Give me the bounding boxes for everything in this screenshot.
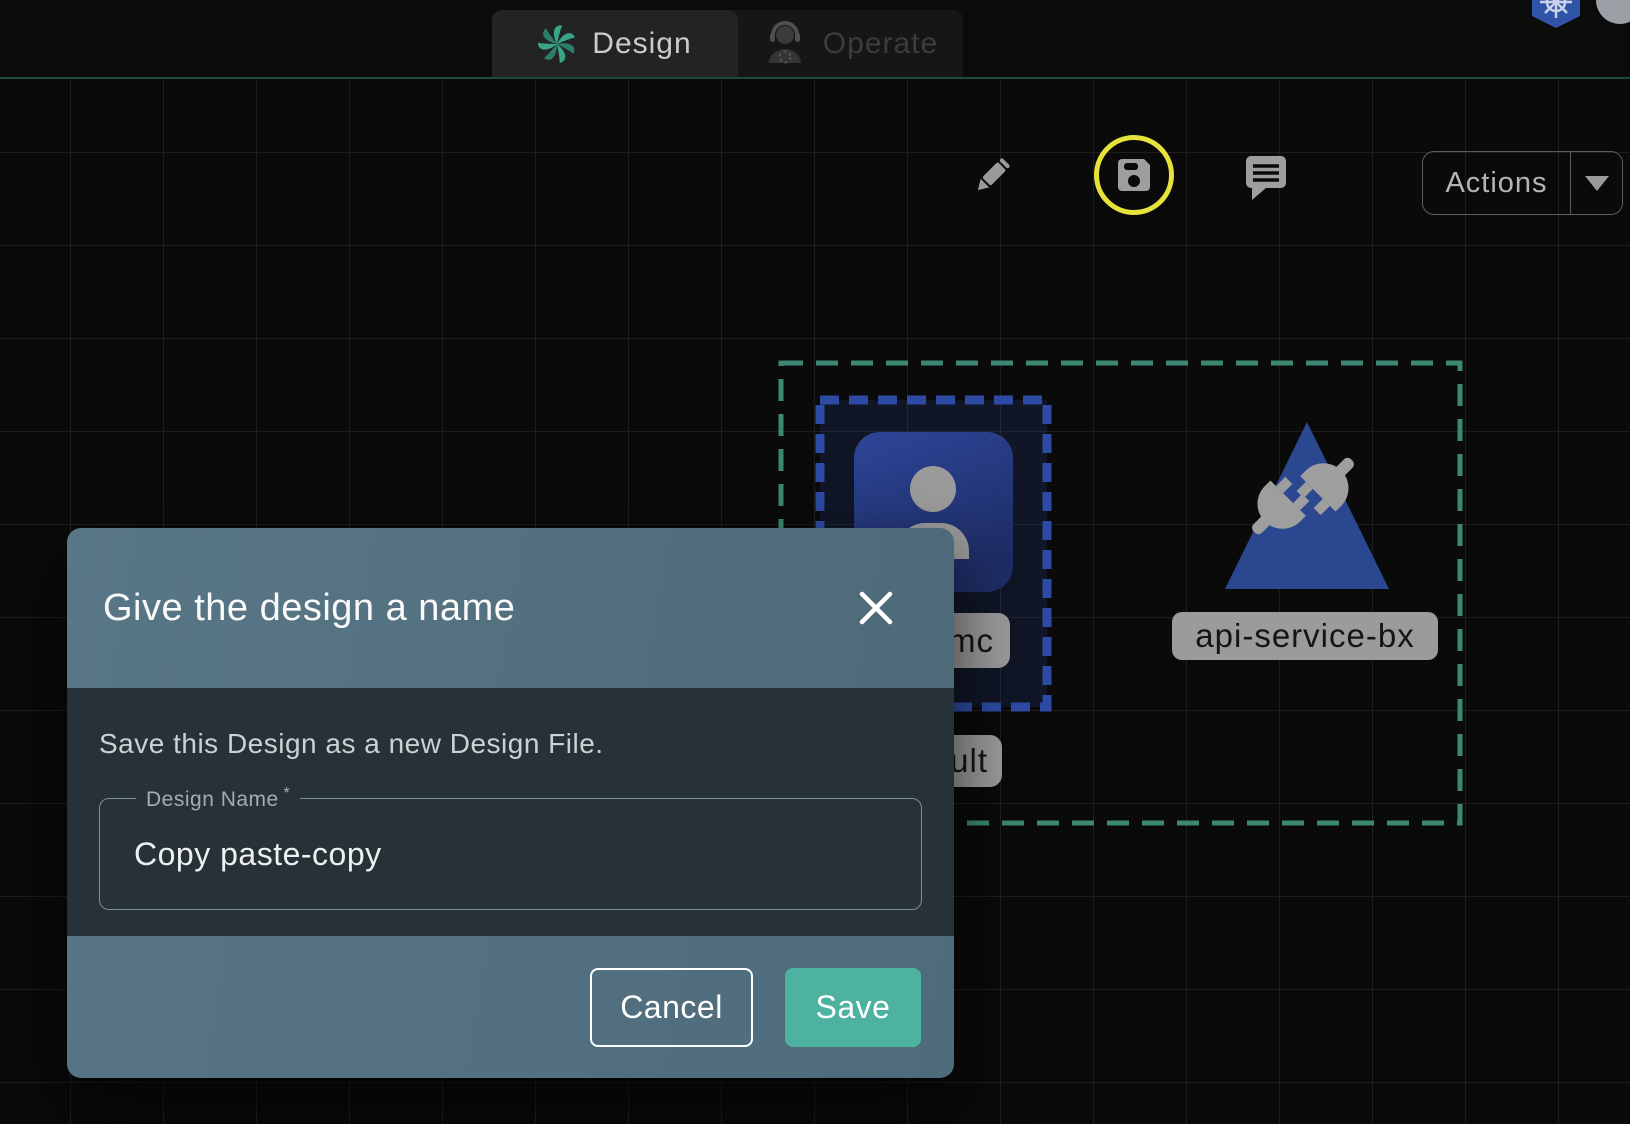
required-marker: * bbox=[283, 785, 290, 802]
modal-title: Give the design a name bbox=[103, 587, 515, 630]
operator-headset-icon bbox=[763, 21, 807, 67]
close-icon bbox=[858, 590, 894, 626]
actions-dropdown-button[interactable] bbox=[1570, 152, 1622, 214]
plug-icon bbox=[1237, 430, 1370, 563]
edit-icon bbox=[970, 154, 1014, 198]
design-name-label: Design Name * bbox=[136, 785, 300, 812]
dropdown-arrow-icon bbox=[1585, 176, 1609, 191]
save-design-modal: Give the design a name Save this Design … bbox=[67, 528, 954, 1078]
kubernetes-context-icon[interactable] bbox=[1528, 0, 1584, 30]
tab-design[interactable]: Design bbox=[492, 10, 738, 77]
app-window: mc ult api-service-bx Design bbox=[0, 0, 1630, 1124]
save-button-highlight[interactable] bbox=[1094, 135, 1174, 215]
design-name-field: Design Name * bbox=[99, 798, 922, 910]
comment-icon bbox=[1242, 152, 1290, 200]
modal-body: Save this Design as a new Design File. D… bbox=[67, 688, 954, 936]
meshery-pinwheel-icon bbox=[538, 25, 576, 63]
node-label-api-service: api-service-bx bbox=[1172, 612, 1438, 660]
top-navigation-bar: Design Operate bbox=[0, 0, 1630, 79]
modal-header: Give the design a name bbox=[67, 528, 954, 688]
save-confirm-button[interactable]: Save bbox=[785, 968, 921, 1047]
tab-design-label: Design bbox=[592, 27, 691, 61]
close-button[interactable] bbox=[856, 588, 896, 628]
modal-description: Save this Design as a new Design File. bbox=[99, 728, 922, 760]
edit-button[interactable] bbox=[970, 154, 1014, 198]
modal-footer: Cancel Save bbox=[67, 936, 954, 1078]
mode-tabs: Design Operate bbox=[492, 10, 963, 77]
actions-split-button: Actions bbox=[1422, 151, 1623, 215]
comment-button[interactable] bbox=[1242, 152, 1290, 200]
design-name-input[interactable] bbox=[100, 799, 921, 909]
tab-operate-label: Operate bbox=[823, 27, 938, 61]
actions-button[interactable]: Actions bbox=[1423, 152, 1570, 214]
save-icon bbox=[1114, 155, 1154, 195]
api-service-node[interactable] bbox=[1225, 422, 1389, 589]
tab-operate[interactable]: Operate bbox=[738, 10, 963, 77]
cancel-button[interactable]: Cancel bbox=[590, 968, 753, 1047]
